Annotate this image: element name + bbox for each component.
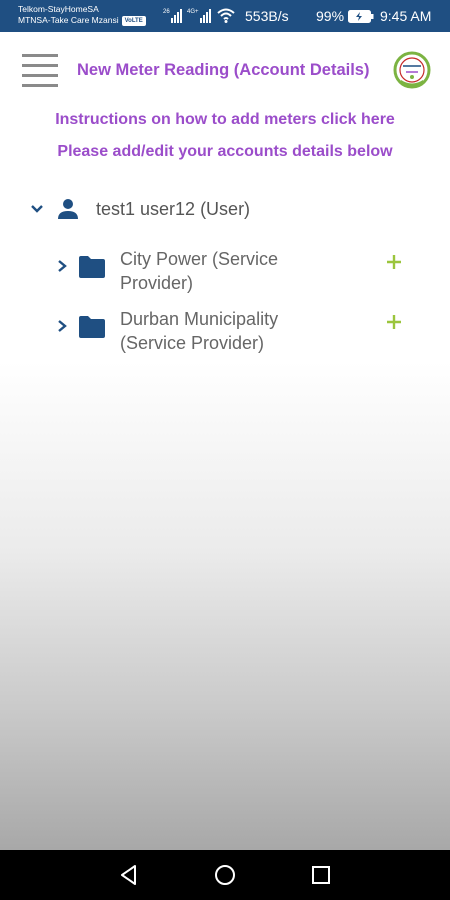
app-logo-icon: [393, 51, 431, 89]
add-icon[interactable]: [386, 314, 402, 330]
signal-1-icon: 26: [163, 9, 182, 23]
user-label: test1 user12 (User): [96, 198, 251, 219]
net-speed: 553B/s: [245, 8, 289, 24]
main-content: New Meter Reading (Account Details) Inst…: [0, 32, 450, 850]
carrier-info: Telkom-StayHomeSA MTNSA-Take Care Mzansi…: [18, 4, 168, 26]
chevron-down-icon[interactable]: [30, 202, 44, 216]
tree-provider-durban-municipality[interactable]: Durban Municipality (Service Provider): [56, 307, 416, 355]
tree-provider-city-power[interactable]: City Power (Service Provider): [56, 247, 416, 295]
back-triangle-icon[interactable]: [118, 864, 140, 886]
signal-icons: 26 4G+: [163, 7, 235, 23]
folder-icon: [79, 256, 105, 278]
carrier-1: Telkom-StayHomeSA: [18, 4, 99, 14]
instructions-link[interactable]: Instructions on how to add meters click …: [0, 111, 450, 129]
svg-text:4G+: 4G+: [187, 9, 199, 15]
provider-label: City Power (Service Provider): [120, 249, 279, 293]
battery-icon: [348, 10, 374, 23]
signal-2-icon: 4G+: [187, 9, 211, 23]
tree-user-node[interactable]: test1 user12 (User): [30, 197, 250, 221]
svg-text:26: 26: [163, 9, 170, 15]
battery-percent: 99%: [316, 8, 345, 24]
navigation-bar: [0, 850, 450, 900]
clock: 9:45 AM: [380, 8, 432, 24]
person-icon: [58, 199, 78, 219]
page-title: New Meter Reading (Account Details): [77, 61, 370, 79]
status-bar: Telkom-StayHomeSA MTNSA-Take Care Mzansi…: [0, 0, 450, 32]
home-circle-icon[interactable]: [214, 864, 236, 886]
carrier-2: MTNSA-Take Care Mzansi: [18, 15, 119, 25]
chevron-right-icon[interactable]: [56, 319, 68, 333]
subtitle: Please add/edit your accounts details be…: [57, 143, 393, 160]
wifi-icon: [217, 8, 235, 23]
folder-icon: [79, 316, 105, 338]
provider-label: Durban Municipality (Service Provider): [120, 309, 279, 353]
add-icon[interactable]: [386, 254, 402, 270]
recents-square-icon[interactable]: [310, 864, 332, 886]
hamburger-menu-icon[interactable]: [22, 54, 58, 87]
volte-badge: VoLTE: [121, 15, 146, 26]
chevron-right-icon[interactable]: [56, 259, 68, 273]
